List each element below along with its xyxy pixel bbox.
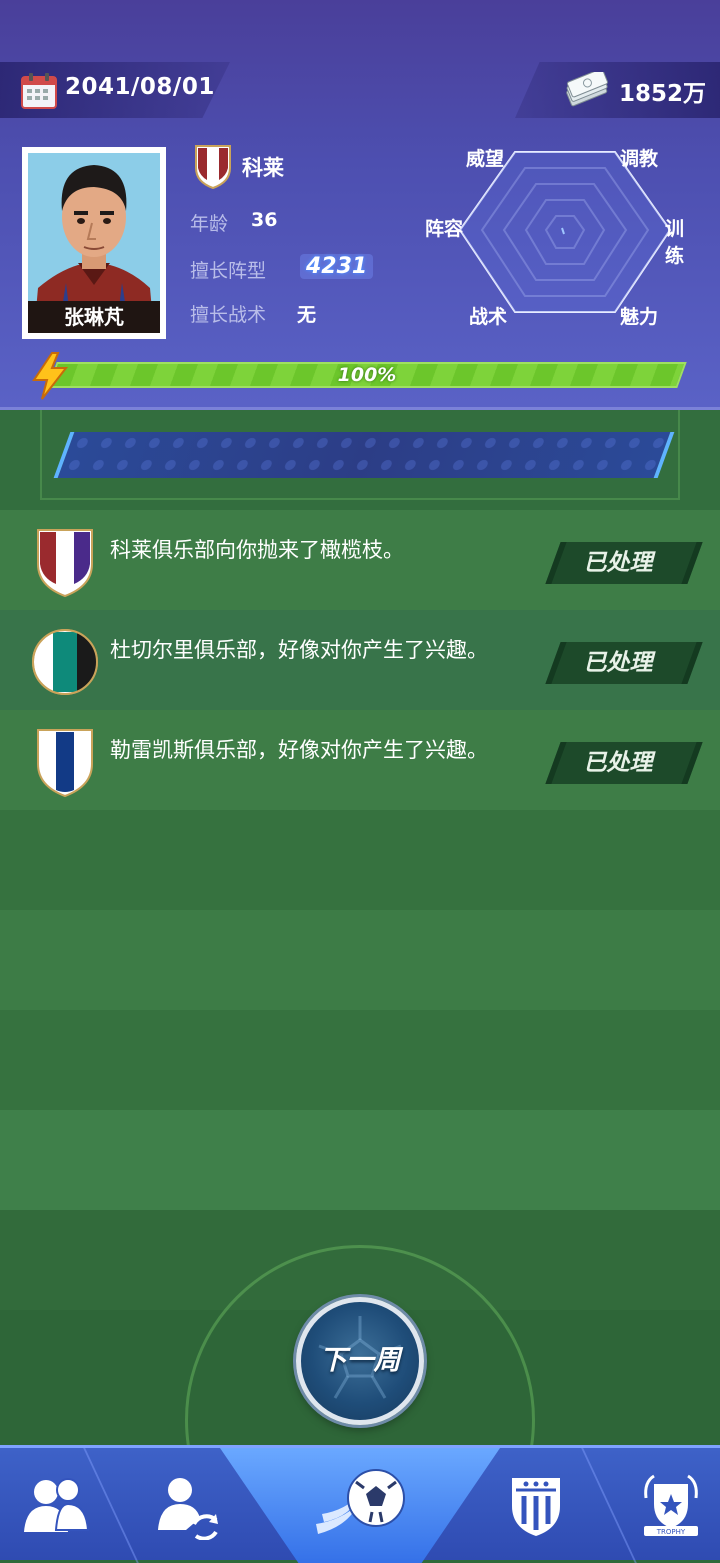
coach-portrait[interactable]: 张琳芃 — [22, 147, 166, 339]
cash-icon — [566, 72, 608, 107]
tactic-value: 无 — [297, 304, 317, 326]
current-date: 2041/08/01 — [65, 74, 215, 100]
radar-label-coaching: 调教 — [620, 148, 659, 170]
nav-team[interactable] — [0, 1448, 120, 1563]
pitch-stripe — [0, 1010, 720, 1110]
nav-transfer[interactable] — [120, 1448, 230, 1563]
match-icon — [316, 1469, 405, 1534]
message-row[interactable]: 科莱俱乐部向你抛来了橄榄枝。 已处理 — [0, 510, 720, 610]
energy-percent: 100% — [337, 364, 397, 386]
pitch-stripe — [0, 1110, 720, 1210]
lightning-icon — [32, 352, 69, 400]
processed-button-label[interactable]: 已处理 — [553, 642, 683, 684]
club-badge-icon — [37, 529, 93, 598]
trophy-text: TROPHY — [656, 1528, 686, 1536]
radar-label-prestige: 威望 — [466, 148, 505, 170]
age-label: 年龄 — [190, 213, 229, 235]
club-badge-icon — [195, 145, 231, 190]
header-banner — [53, 432, 675, 478]
transfer-icon — [158, 1478, 218, 1540]
message-text: 勒雷凯斯俱乐部，好像对你产生了兴趣。 — [110, 738, 488, 762]
bottom-nav: TROPHY — [0, 1445, 720, 1563]
radar-label-lineup: 阵容 — [425, 218, 464, 240]
attribute-radar[interactable]: 威望 调教 阵容 训练 战术 魅力 — [425, 120, 690, 350]
club-badge-icon — [37, 729, 93, 798]
message-text: 杜切尔里俱乐部，好像对你产生了兴趣。 — [110, 638, 488, 662]
pitch-stripe — [0, 810, 720, 910]
radar-label-tactics: 战术 — [469, 306, 508, 328]
club-icon — [512, 1478, 560, 1536]
pitch-stripe — [0, 910, 720, 1010]
nav-match[interactable] — [290, 1448, 430, 1563]
processed-button-label[interactable]: 已处理 — [553, 742, 683, 784]
formation-label: 擅长阵型 — [190, 260, 267, 282]
tactic-label: 擅长战术 — [190, 304, 267, 326]
processed-button-label[interactable]: 已处理 — [553, 542, 683, 584]
calendar-icon — [21, 73, 57, 109]
message-row[interactable]: 勒雷凯斯俱乐部，好像对你产生了兴趣。 已处理 — [0, 710, 720, 810]
next-week-label[interactable]: 下一周 — [296, 1297, 424, 1425]
radar-label-training: 训练 — [665, 218, 685, 267]
money-amount: 1852万 — [619, 81, 707, 107]
nav-club[interactable] — [490, 1448, 600, 1563]
message-row[interactable]: 杜切尔里俱乐部，好像对你产生了兴趣。 已处理 — [0, 610, 720, 710]
pitch-area: 科莱俱乐部向你抛来了橄榄枝。 已处理 杜切尔里俱乐部，好像对你产生了兴趣。 已处… — [0, 410, 720, 1445]
age-value: 36 — [251, 209, 278, 231]
message-text: 科莱俱乐部向你抛来了橄榄枝。 — [110, 538, 404, 562]
formation-value: 4231 — [300, 254, 374, 279]
coach-header: 2041/08/01 1852万 张琳芃 科莱 年龄 36 擅长阵型 4231 … — [0, 0, 720, 410]
team-icon — [24, 1478, 90, 1532]
trophy-icon: TROPHY — [644, 1474, 698, 1536]
nav-trophy[interactable]: TROPHY — [620, 1448, 720, 1563]
coach-name: 张琳芃 — [28, 301, 160, 333]
radar-label-charisma: 魅力 — [620, 306, 659, 328]
club-badge-icon — [32, 629, 98, 695]
club-name: 科莱 — [242, 156, 284, 180]
